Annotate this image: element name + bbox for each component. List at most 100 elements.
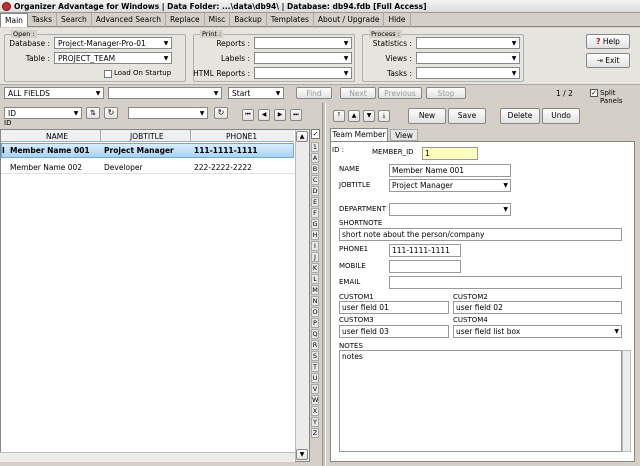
- alpha-t[interactable]: T: [311, 362, 319, 372]
- move-down-icon[interactable]: ▼: [363, 110, 375, 122]
- tab-replace[interactable]: Replace: [166, 13, 205, 27]
- tab-main[interactable]: Main: [0, 13, 28, 27]
- grid-scrollbar[interactable]: [295, 130, 309, 461]
- grid-horizontal-scrollbar[interactable]: [0, 452, 295, 462]
- alpha-w[interactable]: W: [311, 395, 319, 405]
- refresh-icon[interactable]: ↻: [214, 107, 228, 119]
- labels-select[interactable]: ▼: [254, 52, 352, 64]
- delete-button[interactable]: Delete: [500, 108, 540, 124]
- mobile-field[interactable]: [389, 260, 461, 273]
- exit-button[interactable]: ⇥ Exit: [586, 53, 630, 68]
- alpha-u[interactable]: U: [311, 373, 319, 383]
- stop-button[interactable]: Stop: [426, 87, 466, 99]
- cell-name: Member Name 001: [10, 146, 90, 155]
- alpha-s[interactable]: S: [311, 351, 319, 361]
- alpha-j[interactable]: J: [311, 252, 319, 262]
- tab-advanced-search[interactable]: Advanced Search: [92, 13, 166, 27]
- database-select[interactable]: Project-Manager-Pro-01 ▼: [54, 37, 172, 49]
- tasks-select[interactable]: ▼: [416, 67, 520, 79]
- alpha-o[interactable]: O: [311, 307, 319, 317]
- alpha-a[interactable]: A: [311, 153, 319, 163]
- search-input[interactable]: ▼: [108, 87, 222, 99]
- load-on-startup-checkbox[interactable]: [104, 70, 112, 78]
- notes-scrollbar[interactable]: [622, 350, 631, 452]
- sort-field-select[interactable]: ID ▼: [4, 107, 82, 119]
- member-id-field[interactable]: 1: [422, 147, 478, 160]
- filter-select[interactable]: ▼: [128, 107, 208, 119]
- phone1-field[interactable]: 111-1111-1111: [389, 244, 461, 257]
- column-header-phone1[interactable]: PHONE1: [226, 132, 257, 141]
- views-select[interactable]: ▼: [416, 52, 520, 64]
- alpha-y[interactable]: Y: [311, 417, 319, 427]
- alpha-e[interactable]: E: [311, 197, 319, 207]
- alphabet-filter-checkbox[interactable]: ✓: [311, 129, 320, 139]
- alpha-f[interactable]: F: [311, 208, 319, 218]
- alpha-m[interactable]: M: [311, 285, 319, 295]
- table-select[interactable]: PROJECT_TEAM ▼: [54, 52, 172, 64]
- column-header-jobtitle[interactable]: JOBTITLE: [130, 132, 164, 141]
- custom4-select[interactable]: user field list box ▼: [453, 325, 622, 338]
- tab-tasks[interactable]: Tasks: [28, 13, 58, 27]
- tab-about-upgrade[interactable]: About / Upgrade: [314, 13, 385, 27]
- undo-button[interactable]: Undo: [542, 108, 580, 124]
- alpha-v[interactable]: V: [311, 384, 319, 394]
- alpha-x[interactable]: X: [311, 406, 319, 416]
- alpha-q[interactable]: Q: [311, 329, 319, 339]
- move-top-icon[interactable]: ⤒: [333, 110, 345, 122]
- move-up-icon[interactable]: ▲: [348, 110, 360, 122]
- scroll-up-icon[interactable]: ▲: [296, 131, 308, 142]
- alpha-p[interactable]: P: [311, 318, 319, 328]
- alpha-k[interactable]: K: [311, 263, 319, 273]
- save-button[interactable]: Save: [448, 108, 486, 124]
- reports-select[interactable]: ▼: [254, 37, 352, 49]
- alpha-b[interactable]: B: [311, 164, 319, 174]
- scroll-down-icon[interactable]: ▼: [296, 449, 308, 460]
- custom2-field[interactable]: user field 02: [453, 301, 622, 314]
- alpha-h[interactable]: H: [311, 230, 319, 240]
- split-panels-checkbox[interactable]: ✓: [590, 89, 598, 97]
- tab-misc[interactable]: Misc: [205, 13, 231, 27]
- tab-team-member[interactable]: Team Member: [330, 128, 388, 141]
- alpha-z[interactable]: Z: [311, 428, 319, 438]
- shortnote-field[interactable]: short note about the person/company: [339, 228, 622, 241]
- alpha-1[interactable]: 1: [311, 142, 319, 152]
- tab-templates[interactable]: Templates: [267, 13, 314, 27]
- alpha-d[interactable]: D: [311, 186, 319, 196]
- jobtitle-select[interactable]: Project Manager ▼: [389, 179, 511, 192]
- prev-record-icon[interactable]: ◀: [258, 109, 270, 121]
- previous-button[interactable]: Previous: [378, 87, 422, 99]
- tab-backup[interactable]: Backup: [230, 13, 267, 27]
- tab-view[interactable]: View: [390, 129, 418, 141]
- alpha-l[interactable]: L: [311, 274, 319, 284]
- notes-textarea[interactable]: notes: [339, 350, 622, 452]
- name-field[interactable]: Member Name 001: [389, 164, 511, 177]
- last-record-icon[interactable]: ⏭: [290, 109, 302, 121]
- alpha-c[interactable]: C: [311, 175, 319, 185]
- chevron-down-icon: ▼: [163, 55, 169, 62]
- alpha-n[interactable]: N: [311, 296, 319, 306]
- email-field[interactable]: [389, 276, 622, 289]
- sort-order-icon[interactable]: ⇅: [86, 107, 100, 119]
- next-button[interactable]: Next: [340, 87, 376, 99]
- html-reports-select[interactable]: ▼: [254, 67, 352, 79]
- custom1-field[interactable]: user field 01: [339, 301, 449, 314]
- alpha-i[interactable]: I: [311, 241, 319, 251]
- next-record-icon[interactable]: ▶: [274, 109, 286, 121]
- move-bottom-icon[interactable]: ⤓: [378, 110, 390, 122]
- search-mode-select[interactable]: Start ▼: [228, 87, 284, 99]
- new-button[interactable]: New: [408, 108, 446, 124]
- chevron-down-icon: ▼: [503, 182, 508, 189]
- tab-search[interactable]: Search: [57, 13, 92, 27]
- help-button[interactable]: ? Help: [586, 34, 630, 49]
- custom3-field[interactable]: user field 03: [339, 325, 449, 338]
- alpha-g[interactable]: G: [311, 219, 319, 229]
- statistics-select[interactable]: ▼: [416, 37, 520, 49]
- alpha-r[interactable]: R: [311, 340, 319, 350]
- refresh-icon[interactable]: ↻: [104, 107, 118, 119]
- search-field-select[interactable]: ALL FIELDS ▼: [4, 87, 104, 99]
- tab-hide[interactable]: Hide: [384, 13, 411, 27]
- first-record-icon[interactable]: ⏮: [242, 109, 254, 121]
- find-button[interactable]: Find: [296, 87, 332, 99]
- department-select[interactable]: ▼: [389, 203, 511, 216]
- column-header-name[interactable]: NAME: [46, 132, 68, 141]
